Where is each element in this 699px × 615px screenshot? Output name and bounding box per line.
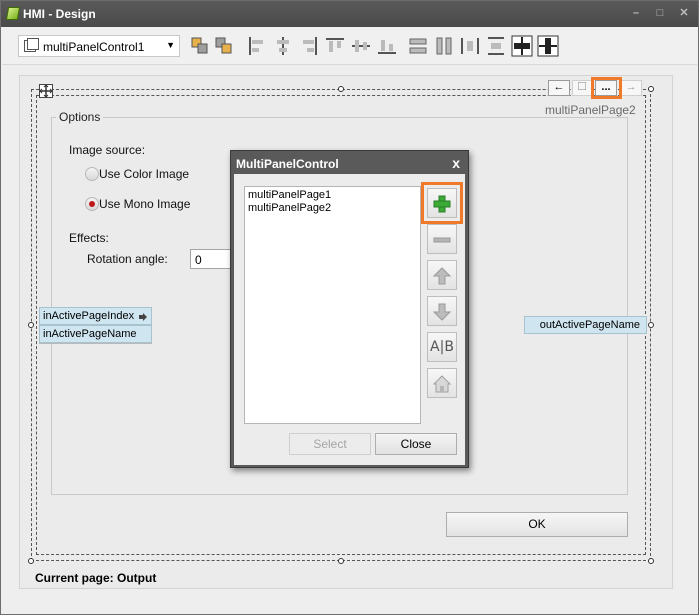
align-center-button[interactable] — [272, 35, 294, 57]
center-horizontal-icon — [511, 35, 533, 57]
center-horizontal-button[interactable] — [511, 35, 533, 57]
minimize-button[interactable]: – — [628, 5, 644, 21]
align-left-icon — [249, 37, 263, 55]
align-top-button[interactable] — [324, 35, 346, 57]
space-horizontal-button[interactable] — [459, 35, 481, 57]
color-image-label[interactable]: Use Color Image — [99, 167, 189, 181]
rename-page-button[interactable]: A|B — [427, 332, 457, 362]
image-source-label: Image source: — [69, 143, 146, 157]
same-height-button[interactable] — [433, 35, 455, 57]
resize-handle-left[interactable] — [28, 322, 34, 328]
page-title: multiPanelPage2 — [545, 103, 636, 117]
multipanel-dialog: MultiPanelControl x multiPanelPage1 mult… — [230, 150, 469, 468]
port-arrow-icon — [139, 313, 147, 321]
remove-page-icon — [433, 237, 451, 243]
port-label: outActivePageName — [539, 319, 640, 331]
space-vertical-button[interactable] — [485, 35, 507, 57]
app-logo-icon — [5, 7, 21, 20]
space-horizontal-icon — [461, 38, 479, 54]
ok-button[interactable]: OK — [446, 512, 628, 537]
resize-handle-bottom-right[interactable] — [648, 558, 654, 564]
home-page-button[interactable] — [427, 368, 457, 398]
page-menu-highlight — [591, 77, 622, 99]
list-item[interactable]: multiPanelPage2 — [248, 202, 417, 215]
component-select-value: multiPanelControl1 — [43, 40, 145, 54]
align-center-icon — [277, 37, 289, 55]
align-right-icon — [303, 37, 317, 55]
align-top-icon — [326, 38, 344, 52]
same-width-button[interactable] — [407, 35, 429, 57]
rotation-angle-input[interactable]: 0 — [190, 249, 234, 269]
port-in-active-page-name[interactable]: inActivePageName — [39, 325, 152, 343]
resize-handle-bottom[interactable] — [338, 558, 344, 564]
close-window-button[interactable]: ✕ — [676, 5, 692, 21]
center-vertical-icon — [537, 35, 559, 57]
align-left-button[interactable] — [246, 35, 268, 57]
title-bar: HMI - Design – □ ✕ — [1, 1, 698, 27]
align-middle-button[interactable] — [350, 35, 372, 57]
chevron-down-icon: ▼ — [166, 40, 175, 50]
move-up-button[interactable] — [427, 260, 457, 290]
move-handle-icon[interactable] — [39, 84, 53, 98]
resize-handle-top[interactable] — [338, 86, 344, 92]
effects-label: Effects: — [69, 231, 109, 245]
port-label: inActivePageIndex — [43, 310, 135, 322]
mono-image-label[interactable]: Use Mono Image — [99, 197, 190, 211]
status-text: Current page: Output — [35, 571, 157, 585]
options-group-label: Options — [56, 110, 104, 124]
prev-page-button[interactable]: ← — [548, 80, 570, 96]
same-height-icon — [436, 37, 452, 55]
send-back-button[interactable] — [213, 35, 235, 57]
rotation-angle-label: Rotation angle: — [87, 252, 168, 266]
align-bottom-button[interactable] — [376, 35, 398, 57]
page-square-button[interactable]: ☐ — [572, 80, 592, 96]
dialog-title: MultiPanelControl — [236, 157, 339, 171]
window-title: HMI - Design — [23, 7, 96, 21]
space-vertical-icon — [488, 37, 504, 55]
remove-page-button[interactable] — [427, 224, 457, 254]
mono-image-radio[interactable] — [85, 197, 99, 211]
close-icon[interactable]: x — [452, 155, 460, 171]
list-item[interactable]: multiPanelPage1 — [248, 189, 417, 202]
align-bottom-icon — [378, 40, 396, 54]
pages-list[interactable]: multiPanelPage1 multiPanelPage2 — [244, 186, 421, 424]
align-middle-icon — [352, 40, 370, 52]
next-page-button[interactable]: → — [620, 80, 642, 96]
move-down-icon — [432, 303, 452, 321]
resize-handle-top-right[interactable] — [648, 86, 654, 92]
same-width-icon — [409, 38, 427, 54]
component-select[interactable]: multiPanelControl1 ▼ — [18, 35, 180, 57]
select-button[interactable]: Select — [289, 433, 371, 455]
rename-icon: A|B — [430, 339, 454, 355]
component-icon — [24, 38, 39, 52]
add-page-highlight — [421, 182, 463, 224]
bring-front-button[interactable] — [189, 35, 211, 57]
align-right-button[interactable] — [298, 35, 320, 57]
hmi-design-window: HMI - Design – □ ✕ multiPanelControl1 ▼ — [0, 0, 699, 615]
port-label: inActivePageName — [43, 328, 137, 340]
bring-front-icon — [191, 37, 208, 54]
center-vertical-button[interactable] — [537, 35, 559, 57]
port-out-active-page-name[interactable]: outActivePageName — [524, 316, 647, 334]
move-down-button[interactable] — [427, 296, 457, 326]
move-up-icon — [432, 267, 452, 285]
resize-handle-right[interactable] — [648, 322, 654, 328]
home-icon — [432, 375, 452, 393]
maximize-button[interactable]: □ — [652, 5, 668, 21]
send-back-icon — [215, 37, 232, 54]
dialog-body: multiPanelPage1 multiPanelPage2 A|B Sele… — [234, 174, 465, 465]
close-button[interactable]: Close — [375, 433, 457, 455]
port-in-active-page-index[interactable]: inActivePageIndex — [39, 307, 152, 325]
resize-handle-bottom-left[interactable] — [28, 558, 34, 564]
toolbar: multiPanelControl1 ▼ — [2, 27, 697, 65]
color-image-radio[interactable] — [85, 167, 99, 181]
